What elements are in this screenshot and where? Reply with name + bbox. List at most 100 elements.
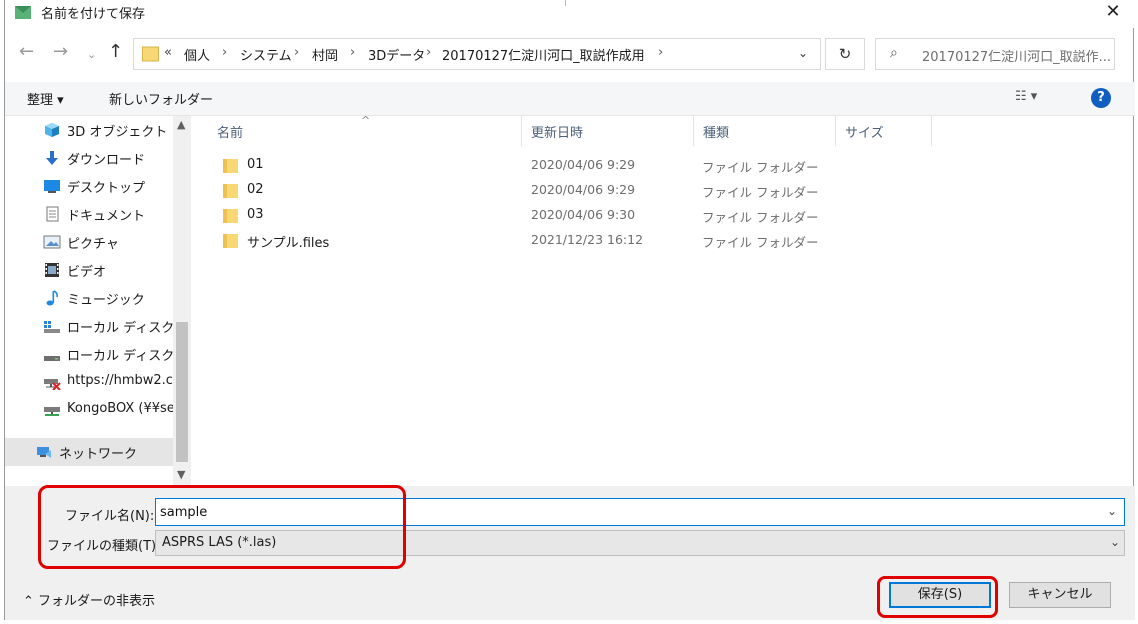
nav-item-label: 3D オブジェクト: [67, 125, 168, 140]
recent-locations-chevron-icon[interactable]: ⌄: [87, 45, 96, 65]
scrollbar-thumb[interactable]: [176, 322, 188, 462]
filename-dropdown-icon[interactable]: ⌄: [1107, 504, 1117, 518]
help-icon[interactable]: ?: [1091, 88, 1111, 108]
address-bar[interactable]: « 個人 › システム › 村岡 › 3Dデータ › 20170127仁淀川河口…: [133, 38, 821, 70]
cube-icon: [45, 123, 59, 137]
new-folder-button[interactable]: 新しいフォルダー: [109, 89, 213, 108]
navigation-pane: 3D オブジェクト ダウンロード デスクトップ ドキュメント ピクチャ ビデオ …: [5, 116, 191, 486]
nav-item-videos[interactable]: ビデオ: [5, 256, 173, 284]
title-bar: 名前を付けて保存 ✕: [5, 0, 1135, 28]
network-drive-icon: [44, 407, 60, 416]
window-title: 名前を付けて保存: [41, 7, 146, 22]
nav-item-label: ドキュメント: [67, 209, 146, 224]
nav-item-label: ネットワーク: [59, 447, 138, 462]
column-header-date[interactable]: 更新日時: [531, 122, 583, 141]
breadcrumb-item[interactable]: システム: [240, 45, 292, 64]
nav-item-kongobox[interactable]: KongoBOX (¥¥se: [5, 396, 173, 424]
close-button[interactable]: ✕: [1101, 0, 1125, 26]
folder-icon: [142, 46, 159, 62]
breadcrumb-separator-icon[interactable]: ›: [426, 45, 431, 60]
file-name: 02: [247, 182, 264, 197]
column-header-name[interactable]: 名前: [217, 122, 243, 141]
column-header-type[interactable]: 種類: [703, 122, 729, 141]
desktop-icon: [44, 180, 60, 193]
column-separator[interactable]: [835, 116, 836, 146]
nav-item-downloads[interactable]: ダウンロード: [5, 144, 173, 172]
download-icon: [46, 151, 58, 165]
view-options-button[interactable]: ☷ ▾: [1015, 89, 1037, 104]
file-date: 2020/04/06 9:30: [531, 207, 636, 222]
search-box[interactable]: ⌕ 20170127仁淀川河口_取説作...: [875, 38, 1115, 70]
file-type: ファイル フォルダー: [702, 235, 819, 250]
folder-icon: [223, 184, 238, 198]
title-divider: [565, 0, 566, 6]
recent-chevron-icon[interactable]: «: [164, 45, 172, 60]
highlight-box-save-button: [877, 576, 998, 618]
nav-item-desktop[interactable]: デスクトップ: [5, 172, 173, 200]
address-row: ← → ⌄ ↑ « 個人 › システム › 村岡 › 3Dデータ › 20170…: [5, 32, 1135, 76]
music-icon: [46, 290, 58, 306]
scroll-up-icon[interactable]: ▲: [177, 118, 185, 131]
forward-arrow-icon[interactable]: →: [53, 42, 68, 62]
column-header-size[interactable]: サイズ: [845, 122, 884, 141]
organize-button[interactable]: 整理 ▾: [27, 89, 64, 108]
file-row[interactable]: 02 2020/04/06 9:29 ファイル フォルダー: [215, 179, 915, 203]
picture-icon: [43, 235, 61, 249]
breadcrumb-separator-icon[interactable]: ›: [222, 45, 227, 60]
nav-item-local-disk-c[interactable]: ローカル ディスク (C: [5, 312, 173, 340]
refresh-icon[interactable]: ↻: [825, 38, 865, 70]
nav-item-documents[interactable]: ドキュメント: [5, 200, 173, 228]
chevron-down-icon[interactable]: ⌄: [1110, 535, 1120, 549]
breadcrumb-separator-icon[interactable]: ›: [350, 45, 355, 60]
scroll-down-icon[interactable]: ▼: [177, 468, 185, 481]
breadcrumb-item[interactable]: 個人: [184, 45, 210, 64]
breadcrumb-separator-icon[interactable]: ›: [294, 45, 299, 60]
address-dropdown-icon[interactable]: ⌄: [798, 46, 808, 60]
nav-scrollbar[interactable]: ▲ ▼: [173, 116, 191, 486]
video-icon: [45, 263, 59, 277]
breadcrumb-item[interactable]: 3Dデータ: [368, 45, 425, 64]
file-type: ファイル フォルダー: [702, 160, 819, 175]
nav-item-label: ローカル ディスク (C: [67, 321, 173, 336]
file-date: 2021/12/23 16:12: [531, 232, 644, 247]
folder-icon: [223, 159, 238, 173]
folder-icon: [223, 234, 238, 248]
file-row[interactable]: サンプル.files 2021/12/23 16:12 ファイル フォルダー: [215, 229, 915, 253]
breadcrumb-item[interactable]: 20170127仁淀川河口_取説作成用: [442, 45, 645, 64]
breadcrumb-item[interactable]: 村岡: [312, 45, 338, 64]
nav-item-network[interactable]: ネットワーク: [5, 438, 173, 466]
up-arrow-icon[interactable]: ↑: [108, 42, 123, 62]
app-icon: [15, 6, 31, 19]
network-drive-disconnected-icon: [44, 379, 61, 390]
file-name: 03: [247, 207, 264, 222]
nav-item-label: https://hmbw2.c: [67, 373, 173, 388]
nav-item-label: KongoBOX (¥¥se: [67, 401, 173, 416]
drive-icon: [44, 356, 60, 361]
file-list: ^ 名前 更新日時 種類 サイズ 01 2020/04/06 9:29 ファイル…: [195, 114, 1133, 486]
cancel-button[interactable]: キャンセル: [1009, 582, 1111, 608]
column-separator[interactable]: [521, 116, 522, 146]
nav-item-label: ピクチャ: [67, 237, 119, 252]
nav-item-label: ローカル ディスク (D: [67, 349, 173, 364]
nav-item-music[interactable]: ミュージック: [5, 284, 173, 312]
chevron-up-icon: ⌃: [23, 594, 39, 609]
nav-item-label: ダウンロード: [67, 153, 146, 168]
file-type: ファイル フォルダー: [702, 210, 819, 225]
search-icon: ⌕: [890, 45, 898, 61]
column-separator[interactable]: [693, 116, 694, 146]
nav-item-pictures[interactable]: ピクチャ: [5, 228, 173, 256]
file-row[interactable]: 03 2020/04/06 9:30 ファイル フォルダー: [215, 204, 915, 228]
nav-item-local-disk-d[interactable]: ローカル ディスク (D: [5, 340, 173, 368]
column-separator[interactable]: [931, 116, 932, 146]
search-input[interactable]: 20170127仁淀川河口_取説作...: [922, 46, 1112, 65]
nav-item-https-hmbw2[interactable]: https://hmbw2.c: [5, 368, 173, 396]
back-arrow-icon[interactable]: ←: [19, 42, 34, 62]
command-bar: 整理 ▾ 新しいフォルダー ☷ ▾ ?: [5, 82, 1135, 116]
file-row[interactable]: 01 2020/04/06 9:29 ファイル フォルダー: [215, 154, 915, 178]
nav-item-3d-objects[interactable]: 3D オブジェクト: [5, 116, 173, 144]
nav-item-label: デスクトップ: [67, 181, 146, 196]
document-icon: [46, 206, 59, 222]
breadcrumb-separator-icon[interactable]: ›: [658, 45, 663, 60]
hide-folders-toggle[interactable]: ⌃ フォルダーの非表示: [23, 590, 155, 609]
file-name: 01: [247, 157, 264, 172]
